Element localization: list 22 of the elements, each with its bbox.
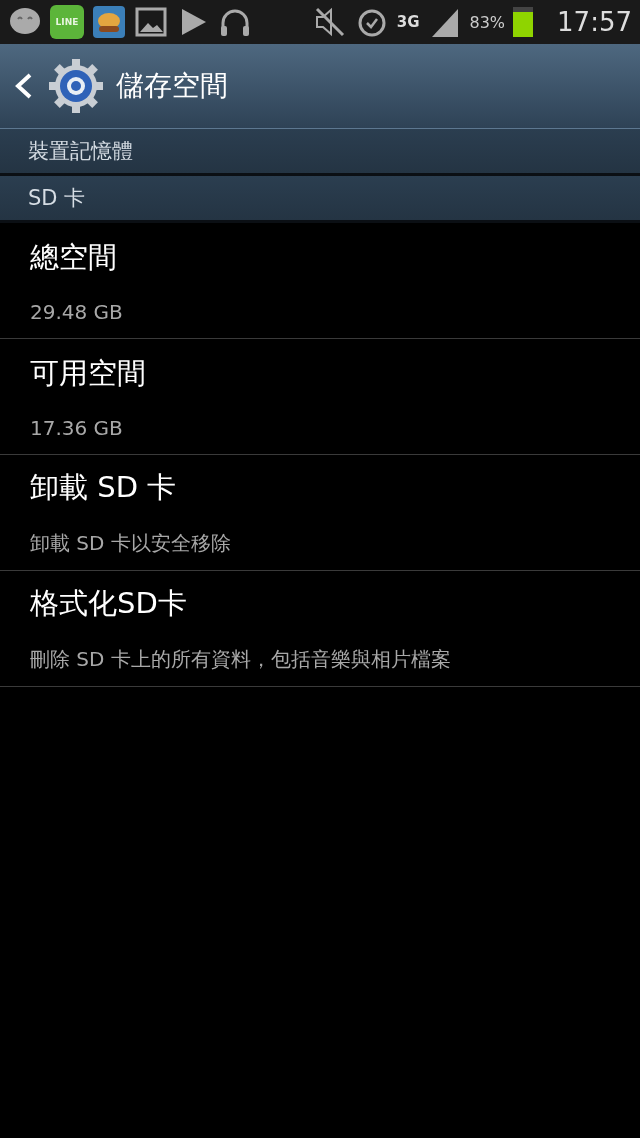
burger-game-icon xyxy=(92,5,126,39)
item-summary: 卸載 SD 卡以安全移除 xyxy=(30,530,232,557)
line-app-label: LINE xyxy=(55,17,79,27)
item-title: 格式化SD卡 xyxy=(30,585,188,622)
clock-time: 17:57 xyxy=(557,7,632,37)
image-icon xyxy=(134,5,168,39)
screen-title: 儲存空間 xyxy=(116,68,228,104)
section-title: SD 卡 xyxy=(28,185,86,212)
item-summary: 17.36 GB xyxy=(30,415,124,440)
section-title: 裝置記憶體 xyxy=(28,138,133,165)
item-title: 卸載 SD 卡 xyxy=(30,469,178,506)
settings-item[interactable]: 可用空間 17.36 GB xyxy=(0,339,640,455)
item-title: 總空間 xyxy=(30,238,118,276)
network-type: 3G xyxy=(396,13,420,31)
item-summary: 刪除 SD 卡上的所有資料，包括音樂與相片檔案 xyxy=(30,646,452,673)
battery-percent: 83% xyxy=(469,12,506,32)
settings-item[interactable]: 總空間 29.48 GB xyxy=(0,223,640,339)
settings-item[interactable]: 卸載 SD 卡 卸載 SD 卡以安全移除 xyxy=(0,455,640,571)
item-title: 可用空間 xyxy=(30,354,147,392)
item-summary: 29.48 GB xyxy=(30,299,124,324)
settings-item[interactable]: 格式化SD卡 刪除 SD 卡上的所有資料，包括音樂與相片檔案 xyxy=(0,571,640,687)
gear-icon xyxy=(48,58,104,114)
